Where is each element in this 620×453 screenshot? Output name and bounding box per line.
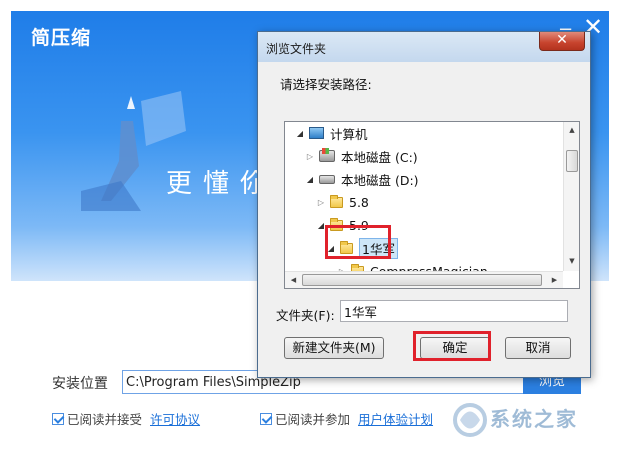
install-location-label: 安装位置 bbox=[52, 376, 108, 392]
scroll-left-icon[interactable]: ◀ bbox=[285, 272, 302, 288]
experience-checkbox[interactable] bbox=[260, 412, 272, 425]
dialog-titlebar[interactable]: 浏览文件夹 ✕ bbox=[258, 32, 590, 62]
scroll-down-icon[interactable]: ▼ bbox=[564, 253, 579, 270]
vertical-scrollbar[interactable]: ▲ ▼ bbox=[563, 122, 579, 271]
experience-agree-text: 已阅读并参加 bbox=[275, 412, 351, 427]
collapsed-arrow-icon[interactable]: ▷ bbox=[305, 152, 315, 161]
vertical-scroll-thumb[interactable] bbox=[566, 150, 578, 172]
folder-icon bbox=[330, 194, 343, 208]
folder-label: 文件夹(F): bbox=[276, 308, 335, 323]
app-title: 简压缩 bbox=[31, 27, 92, 49]
watermark-text: 系统之家 bbox=[490, 407, 578, 431]
browse-folder-dialog: 浏览文件夹 ✕ 请选择安装路径: ◢ 计算机 ▷ 本地磁盘 (C:) ◢ 本地磁… bbox=[257, 31, 591, 378]
collapsed-arrow-icon[interactable]: ▷ bbox=[316, 198, 326, 207]
tree-item-folder-5-8[interactable]: ▷ 5.8 bbox=[316, 192, 369, 212]
ok-highlight-box bbox=[413, 331, 491, 361]
license-checkbox[interactable] bbox=[52, 412, 64, 425]
cancel-button[interactable]: 取消 bbox=[505, 337, 571, 359]
folder-tree[interactable]: ◢ 计算机 ▷ 本地磁盘 (C:) ◢ 本地磁盘 (D:) ▷ 5.8 ◢ 5.… bbox=[284, 121, 580, 289]
tree-item-label: 本地磁盘 (C:) bbox=[341, 149, 418, 165]
selected-folder-highlight-box bbox=[325, 225, 391, 259]
dialog-prompt: 请选择安装路径: bbox=[280, 77, 372, 92]
expanded-arrow-icon[interactable]: ◢ bbox=[295, 129, 305, 138]
windows-drive-icon bbox=[319, 148, 335, 162]
tree-item-label: 计算机 bbox=[330, 126, 368, 142]
tree-item-drive-c[interactable]: ▷ 本地磁盘 (C:) bbox=[305, 146, 418, 166]
tree-item-label: 5.8 bbox=[349, 194, 369, 210]
expanded-arrow-icon[interactable]: ◢ bbox=[305, 175, 315, 184]
scroll-right-icon[interactable]: ▶ bbox=[546, 272, 563, 288]
experience-agree-row[interactable]: 已阅读并参加 用户体验计划 bbox=[260, 409, 433, 428]
license-link[interactable]: 许可协议 bbox=[150, 409, 200, 428]
new-folder-button[interactable]: 新建文件夹(M) bbox=[284, 337, 384, 359]
experience-program-link[interactable]: 用户体验计划 bbox=[358, 409, 433, 428]
scroll-up-icon[interactable]: ▲ bbox=[564, 122, 579, 139]
tree-item-drive-d[interactable]: ◢ 本地磁盘 (D:) bbox=[305, 169, 419, 189]
drive-icon bbox=[319, 174, 335, 184]
tree-item-label: 本地磁盘 (D:) bbox=[341, 172, 419, 188]
horizontal-scrollbar[interactable]: ◀ ▶ bbox=[285, 271, 563, 288]
horizontal-scroll-thumb[interactable] bbox=[302, 274, 542, 286]
license-agree-text: 已阅读并接受 bbox=[67, 412, 143, 427]
license-agree-row[interactable]: 已阅读并接受 许可协议 bbox=[52, 409, 200, 428]
dialog-title: 浏览文件夹 bbox=[266, 42, 327, 56]
computer-icon bbox=[309, 127, 324, 139]
dialog-close-button[interactable]: ✕ bbox=[539, 32, 585, 51]
tree-item-computer[interactable]: ◢ 计算机 bbox=[295, 123, 368, 143]
folder-name-input[interactable] bbox=[340, 300, 568, 322]
